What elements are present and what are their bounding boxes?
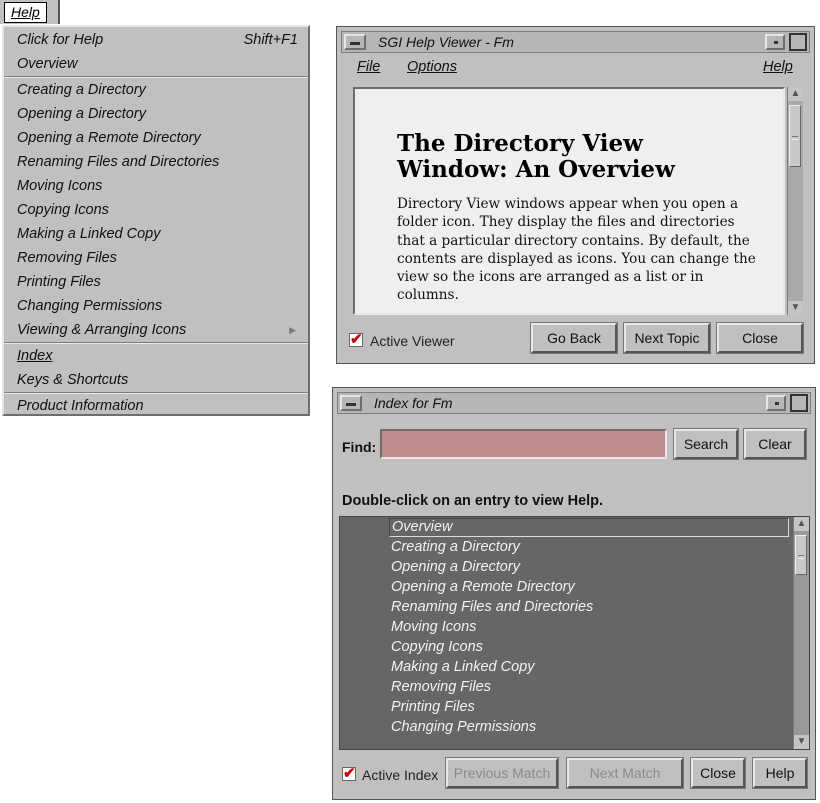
go-back-button[interactable]: Go Back: [530, 322, 618, 354]
scroll-down-icon[interactable]: ▼: [788, 301, 803, 315]
menu-item-moving-icons[interactable]: Moving Icons: [17, 175, 300, 197]
scroll-thumb[interactable]: [795, 535, 807, 575]
title-bar[interactable]: Index for Fm: [337, 392, 811, 414]
index-hint: Double-click on an entry to view Help.: [342, 493, 604, 509]
list-item[interactable]: Renaming Files and Directories: [391, 597, 593, 617]
menu-item-opening-remote-directory[interactable]: Opening a Remote Directory: [17, 127, 300, 149]
menu-item-copying-icons[interactable]: Copying Icons: [17, 199, 300, 221]
list-item[interactable]: Making a Linked Copy: [391, 657, 534, 677]
active-viewer-label: Active Viewer: [370, 333, 455, 349]
menu-item-overview[interactable]: Overview: [17, 53, 300, 75]
minimize-icon[interactable]: [766, 395, 786, 411]
viewer-scrollbar[interactable]: ▲ ▼: [787, 87, 803, 315]
menu-item-keys-shortcuts[interactable]: Keys & Shortcuts: [17, 369, 300, 391]
index-scrollbar[interactable]: ▲ ▼: [793, 517, 809, 749]
close-button[interactable]: Close: [716, 322, 804, 354]
scroll-thumb[interactable]: [789, 105, 801, 167]
active-viewer-checkbox[interactable]: [349, 330, 363, 348]
window-title: Index for Fm: [374, 395, 453, 411]
help-menu-title[interactable]: Help: [4, 2, 47, 23]
menu-item-changing-permissions[interactable]: Changing Permissions: [17, 295, 300, 317]
scroll-up-icon[interactable]: ▲: [788, 87, 803, 101]
help-topic-body: Directory View windows appear when you o…: [397, 196, 756, 304]
menu-accelerator: Shift+F1: [243, 32, 298, 48]
menu-item-opening-directory[interactable]: Opening a Directory: [17, 103, 300, 125]
active-index-checkbox[interactable]: [342, 764, 356, 782]
minimize-icon[interactable]: [765, 34, 785, 50]
clear-button[interactable]: Clear: [743, 428, 807, 460]
index-window: Index for Fm Find: Search Clear Double-c…: [332, 387, 816, 800]
help-topic-title: The Directory View Window: An Overview: [397, 130, 675, 183]
menu-item-linked-copy[interactable]: Making a Linked Copy: [17, 223, 300, 245]
next-topic-button[interactable]: Next Topic: [623, 322, 711, 354]
menu-item-creating-directory[interactable]: Creating a Directory: [17, 79, 300, 101]
search-button[interactable]: Search: [673, 428, 739, 460]
list-item[interactable]: Opening a Remote Directory: [391, 577, 575, 597]
menu-separator: [4, 392, 308, 394]
list-item[interactable]: Printing Files: [391, 697, 475, 717]
window-title: SGI Help Viewer - Fm: [378, 34, 514, 50]
list-item-selected[interactable]: Overview: [389, 518, 789, 537]
menu-file[interactable]: File: [357, 55, 380, 79]
menu-item-click-for-help[interactable]: Click for Help Shift+F1: [17, 29, 300, 51]
close-button[interactable]: Close: [690, 757, 746, 789]
menu-help[interactable]: Help: [763, 55, 793, 79]
previous-match-button[interactable]: Previous Match: [445, 757, 559, 789]
menu-options[interactable]: Options: [407, 55, 457, 79]
list-item[interactable]: Removing Files: [391, 677, 491, 697]
menu-item-removing-files[interactable]: Removing Files: [17, 247, 300, 269]
list-item[interactable]: Opening a Directory: [391, 557, 520, 577]
scroll-up-icon[interactable]: ▲: [794, 517, 809, 531]
help-viewer-window: SGI Help Viewer - Fm File Options Help T…: [336, 26, 815, 364]
find-label: Find:: [342, 439, 377, 455]
menu-item-label: Click for Help: [17, 32, 104, 48]
menu-item-printing-files[interactable]: Printing Files: [17, 271, 300, 293]
menu-item-renaming-files[interactable]: Renaming Files and Directories: [17, 151, 300, 173]
next-match-button[interactable]: Next Match: [566, 757, 684, 789]
viewer-menubar: File Options Help: [341, 55, 810, 79]
list-item[interactable]: Creating a Directory: [391, 537, 520, 557]
maximize-icon[interactable]: [790, 394, 808, 412]
active-index-label: Active Index: [362, 767, 439, 783]
help-content-pane[interactable]: The Directory View Window: An Overview D…: [353, 87, 785, 315]
menu-item-label: Viewing & Arranging Icons: [17, 322, 187, 338]
help-button[interactable]: Help: [752, 757, 808, 789]
maximize-icon[interactable]: [789, 33, 807, 51]
window-menu-icon[interactable]: [344, 34, 366, 50]
help-menu-dropdown: Click for Help Shift+F1 Overview Creatin…: [2, 25, 310, 416]
menubar: Help: [0, 0, 60, 24]
list-item[interactable]: Moving Icons: [391, 617, 476, 637]
list-item[interactable]: Copying Icons: [391, 637, 483, 657]
menu-separator: [4, 76, 308, 78]
menu-item-viewing-arranging[interactable]: Viewing & Arranging Icons ▶: [17, 319, 300, 341]
find-input[interactable]: [380, 429, 667, 459]
window-menu-icon[interactable]: [340, 395, 362, 411]
title-bar[interactable]: SGI Help Viewer - Fm: [341, 31, 810, 53]
index-list[interactable]: Overview Creating a Directory Opening a …: [339, 516, 810, 750]
submenu-arrow-icon: ▶: [289, 325, 296, 335]
menu-separator: [4, 342, 308, 344]
menu-item-product-information[interactable]: Product Information: [17, 395, 300, 417]
list-item[interactable]: Changing Permissions: [391, 717, 536, 737]
menu-item-index[interactable]: Index: [17, 345, 300, 367]
scroll-down-icon[interactable]: ▼: [794, 735, 809, 749]
